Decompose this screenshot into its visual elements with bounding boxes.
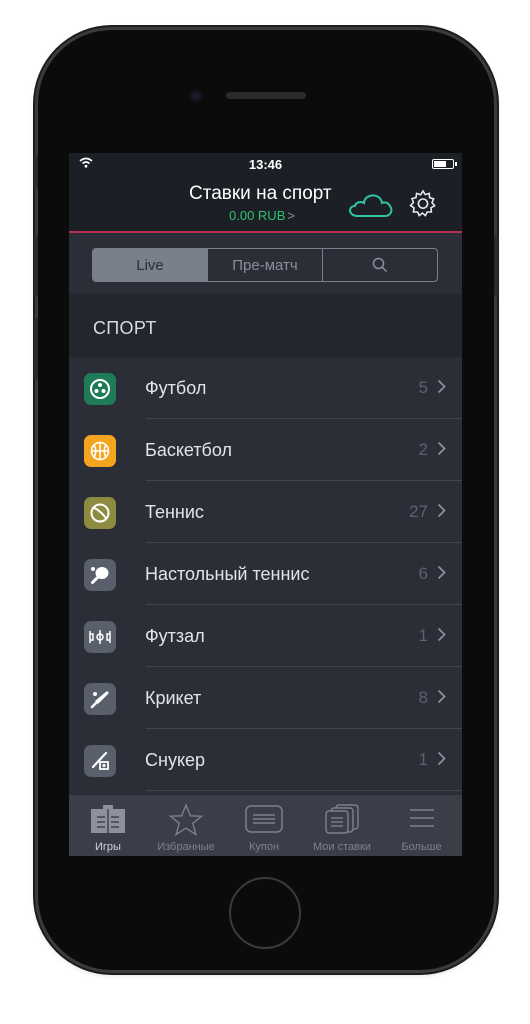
- tab-my-bets[interactable]: Мои ставки: [303, 795, 381, 856]
- tab-label: Купон: [248, 841, 280, 853]
- tab-label: Избранные: [157, 841, 215, 853]
- coupon-icon: [245, 805, 283, 833]
- table-tennis-icon: [84, 559, 116, 591]
- sport-label: Баскетбол: [145, 440, 232, 460]
- live-prematch-segmented-control: Live Пре-матч: [92, 248, 438, 282]
- sport-label: Теннис: [145, 502, 204, 522]
- star-icon: [168, 803, 204, 837]
- tab-label: Больше: [401, 841, 442, 853]
- status-time: 13:46: [248, 157, 283, 172]
- event-count: 6: [418, 564, 428, 583]
- app-screen: 13:46 Ставки на спорт 0.00 RUB > Live Пре…: [69, 153, 462, 856]
- sport-item-tennis[interactable]: Теннис 27: [69, 481, 462, 543]
- basketball-icon: [84, 435, 116, 467]
- tab-coupon[interactable]: Купон: [225, 795, 303, 856]
- chevron-right-icon: [437, 751, 446, 766]
- chevron-right-icon: [437, 379, 446, 394]
- tab-bar: Игры Избранные Купон Мои ставки Больше: [69, 794, 462, 856]
- chevron-right-icon: [437, 565, 446, 580]
- search-icon: [372, 257, 388, 273]
- tab-games[interactable]: Игры: [69, 795, 147, 856]
- app-header: Ставки на спорт 0.00 RUB >: [69, 175, 462, 233]
- gear-icon[interactable]: [409, 189, 437, 217]
- sport-item-futsal[interactable]: Футзал 1: [69, 605, 462, 667]
- filter-bar: Live Пре-матч: [69, 233, 462, 295]
- sport-item-snooker[interactable]: Снукер 1: [69, 729, 462, 791]
- cloud-icon[interactable]: [347, 191, 395, 219]
- sport-item-table-tennis[interactable]: Настольный теннис 6: [69, 543, 462, 605]
- cricket-icon: [84, 683, 116, 715]
- tab-more[interactable]: Больше: [381, 795, 462, 856]
- event-count: 27: [409, 502, 428, 521]
- event-count: 1: [418, 750, 428, 769]
- sport-label: Футбол: [145, 378, 207, 398]
- chevron-right-icon: [437, 627, 446, 642]
- row-divider: [146, 790, 462, 791]
- balance-amount: 0.00 RUB: [229, 208, 286, 223]
- tab-label: Мои ставки: [313, 841, 371, 853]
- chevron-right-icon: [437, 441, 446, 456]
- event-count: 5: [418, 378, 428, 397]
- front-camera: [190, 90, 202, 102]
- menu-icon: [409, 809, 434, 827]
- chevron-right-icon: >: [287, 208, 295, 223]
- sport-label: Настольный теннис: [145, 564, 310, 584]
- event-count: 1: [418, 626, 428, 645]
- balance-link[interactable]: 0.00 RUB >: [229, 208, 295, 223]
- segment-prematch[interactable]: Пре-матч: [207, 249, 322, 281]
- segment-search[interactable]: [322, 249, 437, 281]
- volume-up-button: [34, 235, 38, 297]
- section-title: СПОРТ: [93, 318, 157, 338]
- segment-live[interactable]: Live: [93, 249, 207, 281]
- sports-list: Футбол 5 Баскетбол 2 Теннис 27 Настольны…: [69, 357, 462, 791]
- sport-item-basketball[interactable]: Баскетбол 2: [69, 419, 462, 481]
- power-button: [494, 235, 498, 297]
- event-count: 8: [418, 688, 428, 707]
- silent-switch: [34, 155, 38, 189]
- tab-label: Игры: [95, 841, 121, 853]
- section-header: СПОРТ: [69, 295, 462, 357]
- football-icon: [84, 373, 116, 405]
- chevron-right-icon: [437, 689, 446, 704]
- my-bets-icon: [325, 804, 359, 834]
- sport-item-football[interactable]: Футбол 5: [69, 357, 462, 419]
- home-button[interactable]: [229, 877, 301, 949]
- volume-down-button: [34, 318, 38, 380]
- battery-icon: [432, 159, 457, 169]
- sport-item-cricket[interactable]: Крикет 8: [69, 667, 462, 729]
- page-title: Ставки на спорт: [189, 183, 332, 204]
- tab-favorites[interactable]: Избранные: [147, 795, 225, 856]
- snooker-icon: [84, 745, 116, 777]
- futsal-icon: [84, 621, 116, 653]
- chevron-right-icon: [437, 503, 446, 518]
- games-icon: [91, 805, 125, 833]
- event-count: 2: [418, 440, 428, 459]
- status-bar: 13:46: [69, 153, 462, 175]
- sport-label: Крикет: [145, 688, 202, 708]
- tennis-icon: [84, 497, 116, 529]
- earpiece-speaker: [226, 92, 306, 99]
- sport-label: Снукер: [145, 750, 206, 770]
- sport-label: Футзал: [145, 626, 205, 646]
